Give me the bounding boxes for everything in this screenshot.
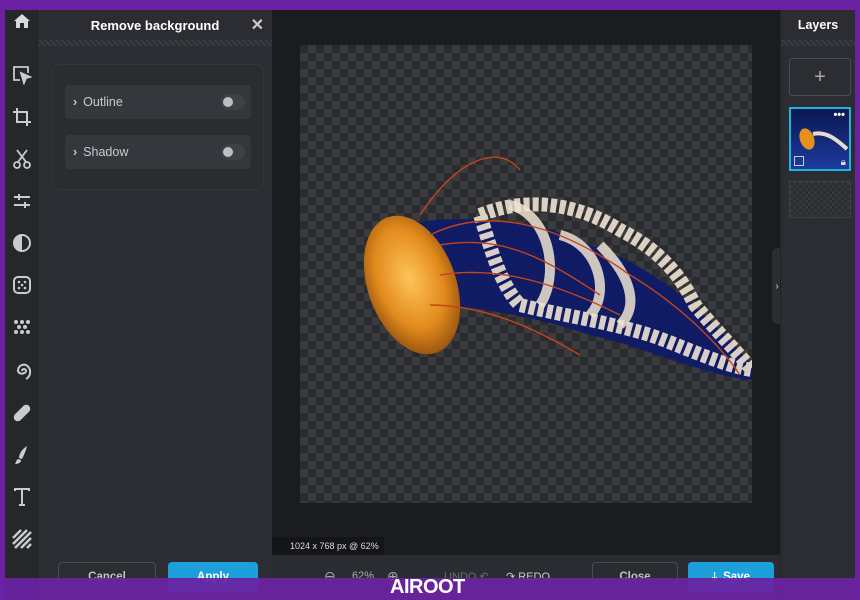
outline-toggle[interactable] <box>221 94 245 110</box>
jellyfish-image <box>363 156 769 380</box>
effects-icon[interactable] <box>11 316 33 338</box>
chevron-right-icon: › <box>73 95 78 109</box>
image-canvas[interactable] <box>300 45 769 503</box>
add-layer-button[interactable]: + <box>789 58 851 96</box>
image-info: 1024 x 768 px @ 62% <box>272 537 384 555</box>
select-icon[interactable] <box>11 64 33 86</box>
outline-option[interactable]: › Outline <box>65 85 251 119</box>
liquify-icon[interactable] <box>11 360 33 382</box>
text-icon[interactable] <box>11 486 33 508</box>
lock-icon[interactable]: 🔒︎ <box>841 157 846 168</box>
shadow-option[interactable]: › Shadow <box>65 135 251 169</box>
close-icon[interactable]: ✕ <box>251 15 264 35</box>
filter-icon[interactable] <box>11 274 33 296</box>
divider <box>781 40 855 46</box>
pattern-icon[interactable] <box>11 528 33 550</box>
home-icon[interactable] <box>11 10 33 32</box>
layer-thumbnail[interactable]: ••• 🔒︎ <box>789 107 851 171</box>
image-layer-icon <box>794 156 804 166</box>
background-layer[interactable] <box>789 181 851 218</box>
tool-rail <box>5 10 38 600</box>
canvas-area[interactable]: 1024 x 768 px @ 62% <box>272 10 780 555</box>
heal-icon[interactable] <box>11 402 33 424</box>
brush-icon[interactable] <box>11 444 33 466</box>
contrast-icon[interactable] <box>11 232 33 254</box>
panel-title: Remove background <box>90 17 220 33</box>
editor-app: Remove background ✕ › Outline › Shadow Canc… <box>5 10 855 600</box>
remove-background-panel: Remove background ✕ › Outline › Shadow Canc… <box>38 10 272 600</box>
divider <box>38 40 272 46</box>
option-label: Outline <box>83 95 123 109</box>
option-label: Shadow <box>83 145 129 159</box>
shadow-toggle[interactable] <box>221 144 245 160</box>
cut-icon[interactable] <box>11 148 33 170</box>
layers-title: Layers <box>797 18 839 32</box>
more-icon[interactable]: ••• <box>833 109 845 121</box>
crop-icon[interactable] <box>11 106 33 128</box>
chevron-right-icon: › <box>73 145 78 159</box>
layers-panel: Layers + ••• 🔒︎ <box>780 10 855 600</box>
options-box: › Outline › Shadow <box>52 64 264 190</box>
watermark-logo: AIROOT <box>390 576 465 598</box>
adjust-icon[interactable] <box>11 190 33 212</box>
